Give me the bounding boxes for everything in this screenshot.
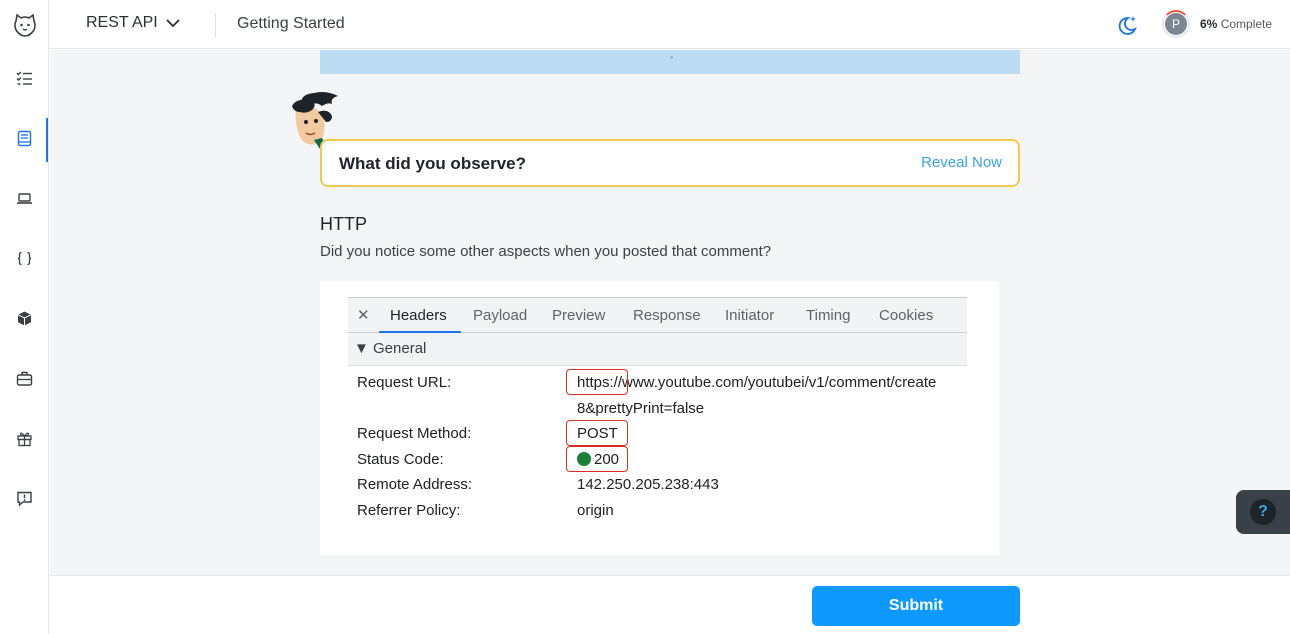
progress-label: Complete [1220, 17, 1273, 31]
lesson-content: What did you observe? Reveal Now HTTP Di… [50, 50, 1290, 575]
gift-icon [17, 432, 32, 446]
course-progress[interactable]: P 6% Complete [1162, 10, 1272, 38]
sidebar-item-projects[interactable] [0, 298, 49, 338]
general-section-header: ▼ General [348, 333, 967, 366]
request-url-value-cont: 8&prettyPrint=false [577, 400, 705, 417]
sidebar-item-lessons[interactable] [0, 118, 49, 162]
progress-percent: 6% [1200, 17, 1218, 31]
post-highlight [566, 420, 628, 446]
sidebar-item-code[interactable] [0, 238, 49, 278]
general-section-label: ▼ General [354, 340, 427, 357]
status-highlight [566, 446, 628, 472]
sidebar-item-jobs[interactable] [0, 358, 49, 398]
tab-payload: Payload [473, 307, 528, 324]
devtools-panel: ✕ Headers Payload Preview Response Initi… [348, 297, 967, 527]
tab-timing: Timing [806, 307, 851, 324]
left-sidebar [0, 0, 49, 634]
checklist-icon [16, 71, 32, 85]
progress-text: 6% Complete [1200, 17, 1272, 31]
status-code-label: Status Code: [357, 451, 444, 468]
referrer-policy-value: origin [577, 502, 614, 519]
tab-headers: Headers [390, 307, 447, 324]
dark-mode-icon[interactable] [1115, 13, 1139, 37]
request-url-value: https://www.youtube.com/youtubei/v1/comm… [577, 374, 937, 391]
book-icon [17, 130, 32, 146]
feedback-icon [17, 491, 32, 507]
course-title: REST API [86, 14, 158, 31]
info-banner [320, 50, 1020, 74]
section-heading: HTTP [320, 214, 367, 234]
braces-icon [17, 251, 32, 265]
sidebar-item-rewards[interactable] [0, 418, 49, 458]
reveal-now-link[interactable]: Reveal Now [921, 154, 1002, 171]
cube-icon [17, 311, 32, 325]
tab-cookies: Cookies [879, 307, 934, 324]
tab-initiator: Initiator [725, 307, 775, 324]
sidebar-item-feedback[interactable] [0, 478, 49, 518]
laptop-icon [17, 192, 32, 204]
request-method-label: Request Method: [357, 425, 472, 442]
close-icon: ✕ [357, 307, 370, 324]
progress-ring: P [1162, 10, 1190, 38]
section-paragraph: Did you notice some other aspects when y… [320, 243, 772, 260]
remote-address-label: Remote Address: [357, 476, 473, 493]
lesson-title: Getting Started [237, 15, 345, 32]
submit-button[interactable]: Submit [812, 586, 1020, 626]
help-icon: ? [1250, 499, 1276, 525]
devtools-screenshot: ✕ Headers Payload Preview Response Initi… [320, 281, 999, 555]
briefcase-icon [16, 371, 33, 386]
divider [215, 13, 216, 37]
request-url-label: Request URL: [357, 374, 452, 391]
course-selector[interactable]: REST API [86, 14, 180, 32]
help-button[interactable]: ? [1236, 490, 1290, 534]
sidebar-item-checklist[interactable] [0, 58, 49, 98]
tab-response: Response [633, 307, 701, 324]
referrer-policy-label: Referrer Policy: [357, 502, 461, 519]
avatar: P [1165, 13, 1187, 35]
tab-preview: Preview [552, 307, 606, 324]
sidebar-item-playground[interactable] [0, 178, 49, 218]
bottom-bar: Submit [50, 575, 1290, 634]
top-bar: REST API Getting Started P 6% Complete [49, 0, 1290, 49]
observe-question: What did you observe? [339, 154, 527, 173]
observe-card: What did you observe? Reveal Now [320, 139, 1020, 187]
logo-icon[interactable] [12, 12, 38, 38]
https-highlight [566, 369, 628, 395]
remote-address-value: 142.250.205.238:443 [577, 476, 719, 493]
devtools-tabs: ✕ Headers Payload Preview Response Initi… [348, 297, 967, 333]
chevron-down-icon [166, 19, 180, 28]
